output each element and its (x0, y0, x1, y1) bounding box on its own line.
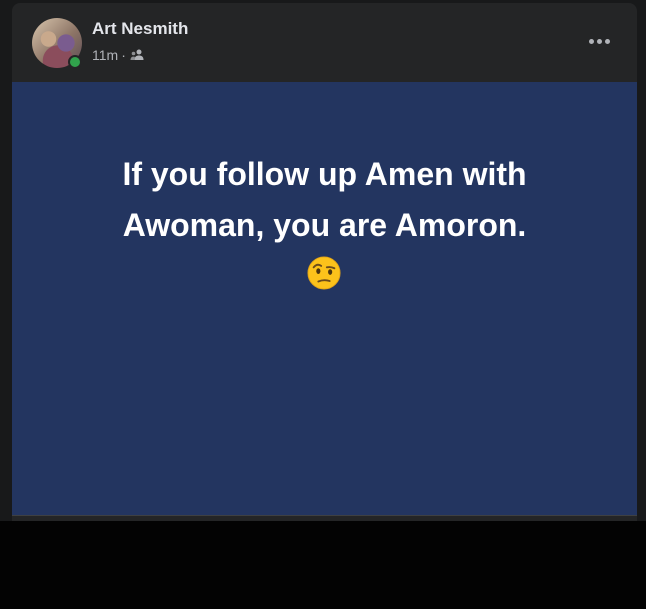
post-text-line: Awoman, you are Amoron. (122, 207, 527, 243)
post-background (12, 82, 637, 515)
post-meta: 11m · (92, 47, 144, 63)
post-header: Art Nesmith 11m · (12, 3, 637, 82)
meta-separator: · (121, 47, 126, 63)
post-timestamp[interactable]: 11m (92, 47, 118, 63)
more-dot (596, 38, 602, 44)
more-dot (588, 38, 594, 44)
face-with-raised-eyebrow-icon (307, 256, 341, 290)
post-card: Art Nesmith 11m · If you follow up Amen … (12, 3, 637, 521)
bottom-black-area (0, 521, 646, 609)
post-text: If you follow up Amen with Awoman, you a… (62, 149, 587, 251)
more-options-icon[interactable] (581, 29, 617, 53)
friends-icon[interactable] (130, 49, 144, 61)
post-text-line: If you follow up Amen with (122, 156, 527, 192)
divider (12, 515, 637, 516)
author-name[interactable]: Art Nesmith (92, 19, 188, 39)
more-dot (604, 38, 610, 44)
online-status-indicator (68, 55, 82, 69)
